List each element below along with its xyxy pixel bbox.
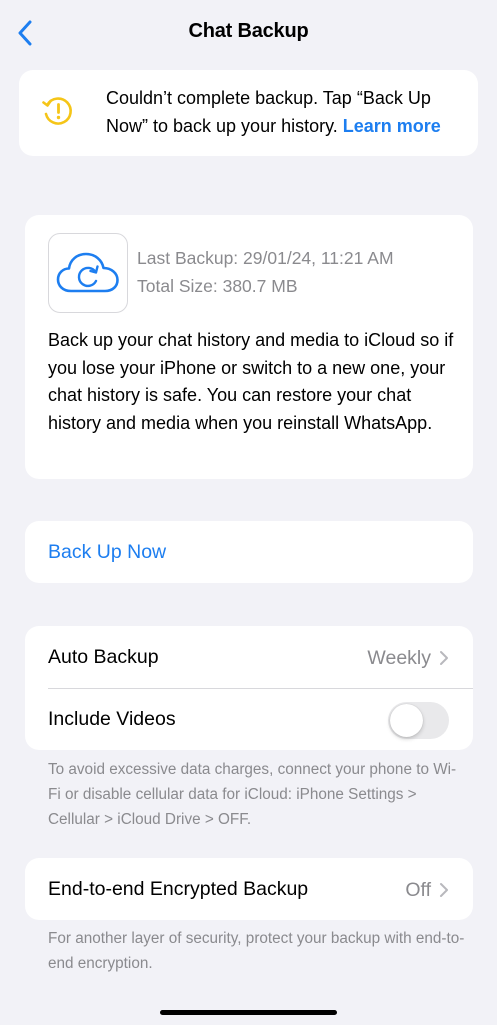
cellular-data-note: To avoid excessive data charges, connect… [48,761,457,828]
warning-message: Couldn’t complete backup. Tap “Back Up N… [106,85,466,140]
include-videos-label: Include Videos [48,708,176,730]
icloud-icon-tile [48,233,128,313]
last-backup-text: Last Backup: 29/01/24, 11:21 AM [137,248,394,268]
toggle-knob [390,704,423,737]
auto-backup-label: Auto Backup [48,646,159,668]
backup-info-card: Last Backup: 29/01/24, 11:21 AM Total Si… [25,215,473,479]
chevron-right-icon [440,651,448,665]
include-videos-toggle[interactable] [388,702,449,739]
home-indicator[interactable] [160,1010,337,1015]
auto-backup-value: Weekly [367,647,431,669]
navigation-bar: Chat Backup [0,0,497,66]
e2e-backup-label: End-to-end Encrypted Backup [48,878,309,900]
e2e-backup-value: Off [405,879,431,901]
page-title: Chat Backup [188,20,309,42]
auto-backup-row[interactable]: Auto Backup Weekly [25,626,473,688]
icloud-sync-icon [56,252,119,293]
learn-more-link[interactable]: Learn more [343,116,441,136]
total-size-text: Total Size: 380.7 MB [137,276,298,296]
backup-warning-banner: Couldn’t complete backup. Tap “Back Up N… [19,70,478,156]
include-videos-row: Include Videos [25,688,473,750]
backup-settings-group: Auto Backup Weekly Include Videos [25,626,473,750]
chevron-right-icon [440,883,448,897]
e2e-note: For another layer of security, protect y… [48,930,465,972]
back-up-now-button[interactable]: Back Up Now [48,541,166,564]
clock-alert-icon [42,97,72,125]
back-up-now-cell[interactable]: Back Up Now [25,521,473,583]
e2e-backup-row[interactable]: End-to-end Encrypted Backup Off [25,858,473,920]
backup-description: Back up your chat history and media to i… [48,330,454,433]
